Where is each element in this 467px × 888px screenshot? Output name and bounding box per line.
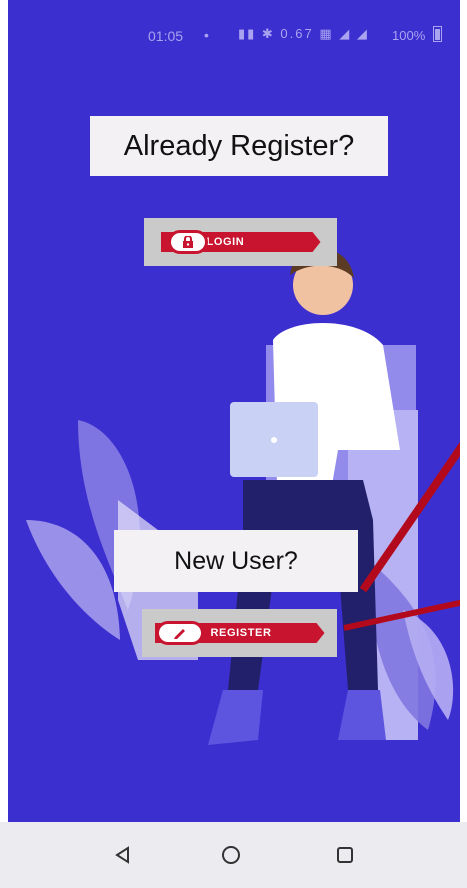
login-button-label: LOGIN — [206, 236, 245, 248]
register-button[interactable]: REGISTER — [142, 609, 337, 657]
already-register-label: Already Register? — [90, 116, 388, 176]
pencil-icon — [156, 621, 204, 645]
system-navigation-bar — [0, 822, 467, 888]
login-button[interactable]: LOGIN — [144, 218, 337, 266]
status-time: 01:05 — [148, 28, 184, 44]
recent-square-icon[interactable] — [330, 840, 360, 870]
back-triangle-icon[interactable] — [108, 840, 138, 870]
lock-icon — [168, 230, 208, 254]
new-user-label: New User? — [114, 530, 358, 592]
status-bar: 01:05 • ▮▮ ✱ 0.67 ▦ ◢ ◢ 100% — [8, 0, 460, 78]
home-circle-icon[interactable] — [216, 840, 246, 870]
register-button-label: REGISTER — [210, 627, 272, 639]
battery-percentage: 100% — [392, 28, 426, 43]
battery-icon — [433, 26, 442, 42]
status-dot: • — [204, 27, 209, 43]
app-screen: 01:05 • ▮▮ ✱ 0.67 ▦ ◢ ◢ 100% Already Reg… — [8, 0, 460, 822]
status-icons: ▮▮ ✱ 0.67 ▦ ◢ ◢ — [238, 26, 369, 41]
